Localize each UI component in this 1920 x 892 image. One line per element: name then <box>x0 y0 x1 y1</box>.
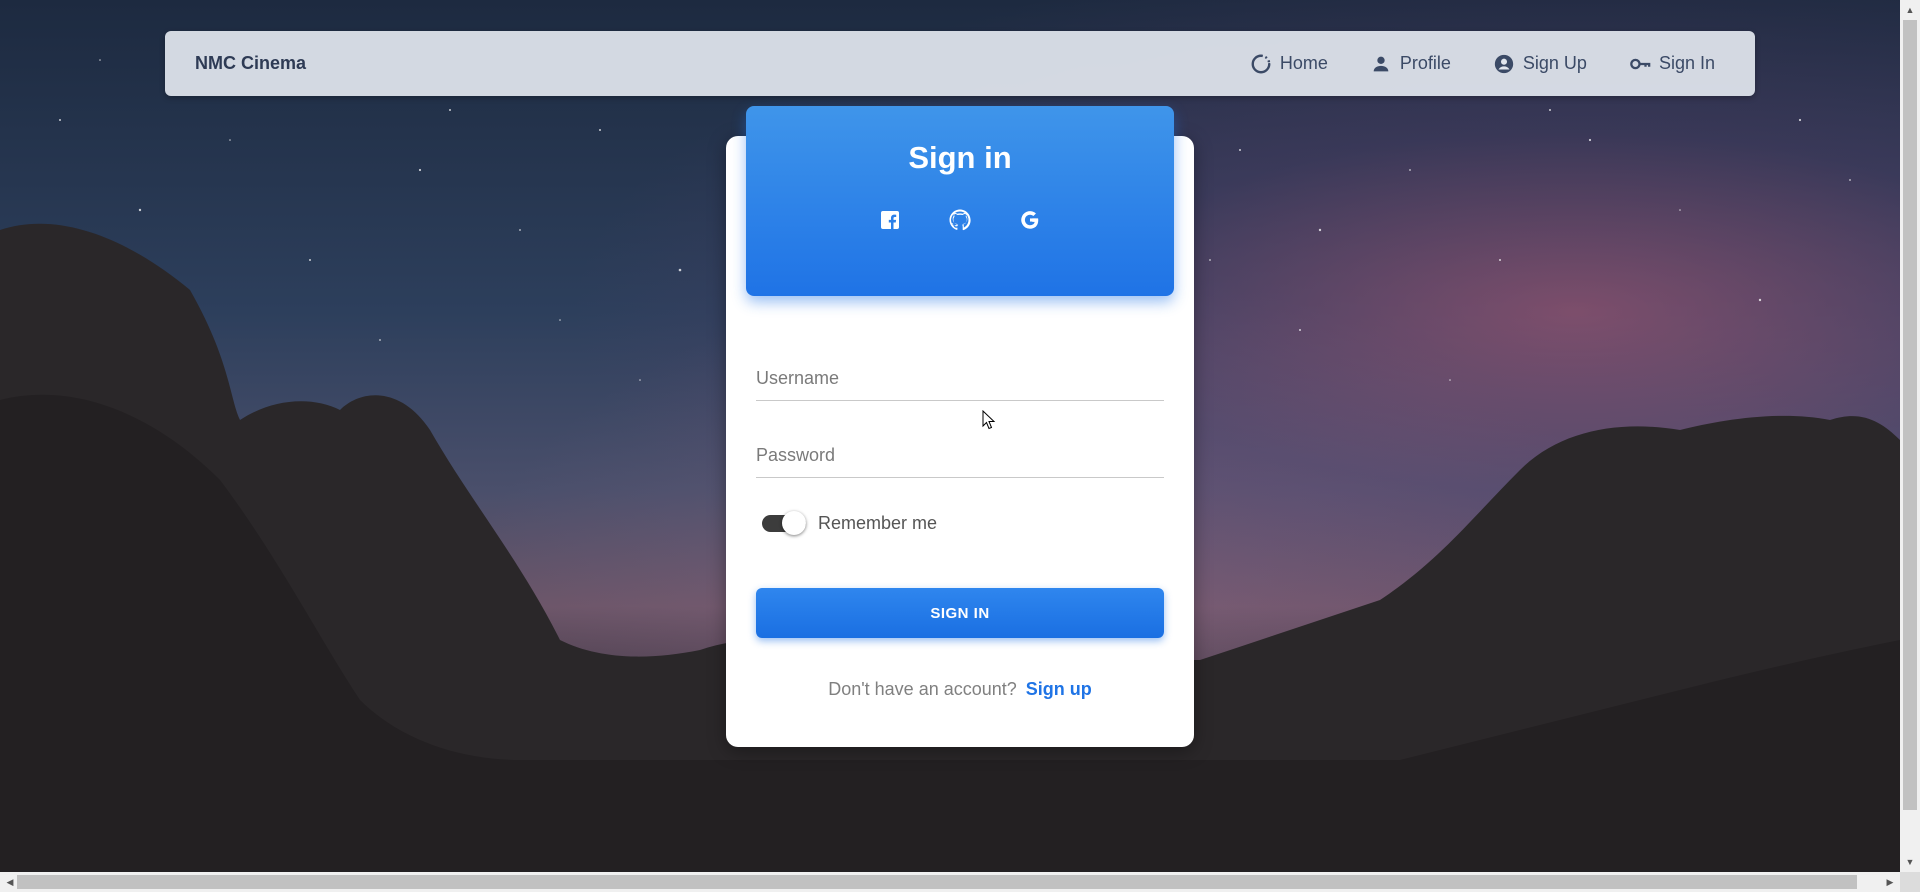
remember-me-row: Remember me <box>760 510 937 536</box>
nav-signup-label: Sign Up <box>1522 53 1587 73</box>
password-field[interactable] <box>756 434 1164 478</box>
facebook-icon <box>881 211 899 229</box>
signup-question: Don't have an account? <box>828 679 1017 699</box>
mouse-cursor-icon <box>982 410 996 430</box>
social-login-buttons <box>746 208 1174 232</box>
signin-card-header: Sign in <box>746 106 1174 296</box>
user-icon <box>1373 56 1389 71</box>
vertical-scroll-thumb[interactable] <box>1903 20 1917 810</box>
google-icon <box>1021 211 1039 229</box>
github-icon <box>949 209 971 231</box>
horizontal-scrollbar[interactable]: ◀ ▶ <box>0 872 1900 892</box>
vertical-scrollbar[interactable]: ▲ ▼ <box>1900 0 1920 872</box>
password-input[interactable] <box>756 434 1164 477</box>
nav-signin-label: Sign In <box>1658 53 1715 73</box>
nav-links: Home Profile Sign Up Sign In <box>1250 53 1715 75</box>
scroll-down-arrow-icon[interactable]: ▼ <box>1900 854 1920 870</box>
username-field[interactable] <box>756 357 1164 401</box>
scroll-left-arrow-icon[interactable]: ◀ <box>2 872 18 892</box>
horizontal-scroll-thumb[interactable] <box>17 875 1857 889</box>
signin-title: Sign in <box>908 140 1012 175</box>
username-input[interactable] <box>756 357 1164 400</box>
toggle-knob <box>782 511 806 535</box>
nav-profile-label: Profile <box>1399 53 1451 73</box>
scroll-up-arrow-icon[interactable]: ▲ <box>1900 2 1920 18</box>
scroll-right-arrow-icon[interactable]: ▶ <box>1882 872 1898 892</box>
top-navbar: NMC Cinema Home Profile Sign Up Sign In <box>165 31 1755 96</box>
google-login-button[interactable] <box>1018 208 1042 232</box>
nav-home-label: Home <box>1279 53 1328 73</box>
loading-circle-icon <box>1251 54 1271 73</box>
github-login-button[interactable] <box>948 208 972 232</box>
signup-prompt: Don't have an account? Sign up <box>726 679 1194 700</box>
key-icon <box>1630 58 1651 69</box>
brand-logo-text[interactable]: NMC Cinema <box>195 53 306 74</box>
facebook-login-button[interactable] <box>878 208 902 232</box>
remember-me-label[interactable]: Remember me <box>818 513 937 534</box>
account-circle-icon <box>1494 54 1514 73</box>
nav-home-link[interactable]: Home <box>1250 53 1328 75</box>
nav-profile-link[interactable]: Profile <box>1370 53 1451 75</box>
remember-me-toggle[interactable] <box>760 510 806 536</box>
signup-link[interactable]: Sign up <box>1026 679 1092 699</box>
scrollbar-corner <box>1900 872 1920 892</box>
sign-in-button[interactable]: SIGN IN <box>756 588 1164 638</box>
nav-signup-link[interactable]: Sign Up <box>1493 53 1587 75</box>
nav-signin-link[interactable]: Sign In <box>1629 53 1715 75</box>
